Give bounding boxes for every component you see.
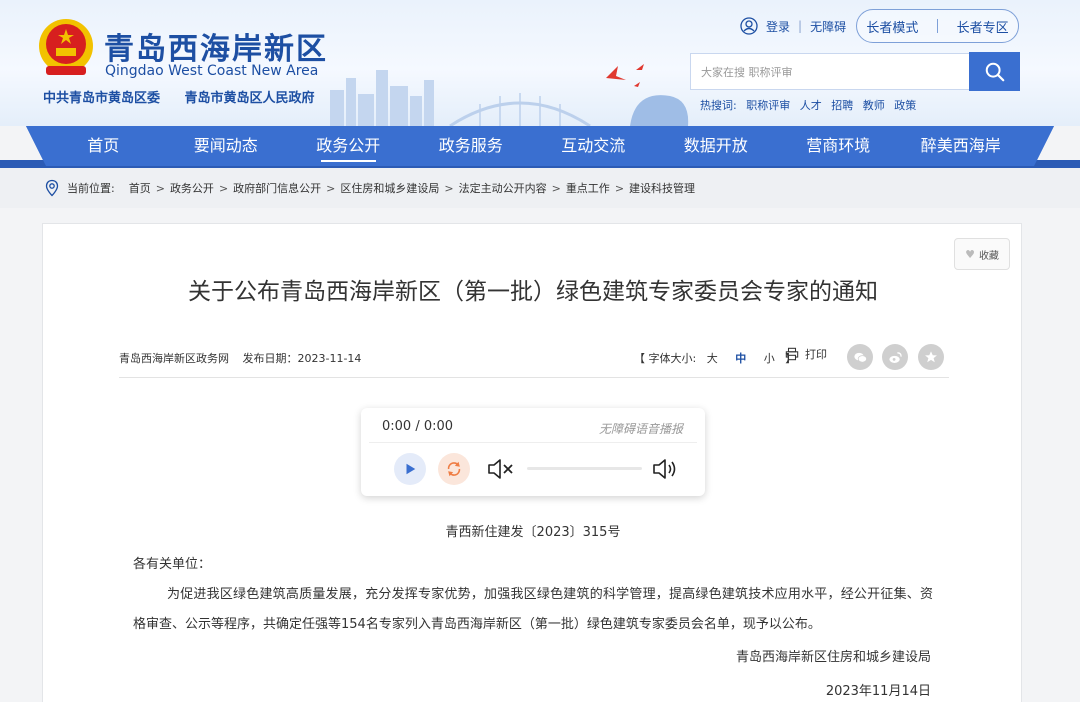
player-time: 0:00 / 0:00	[382, 419, 454, 434]
org-government-link[interactable]: 青岛市黄岛区人民政府	[185, 91, 315, 106]
chevron-right-icon: >	[326, 181, 336, 195]
article-source: 青岛西海岸新区政务网	[119, 352, 229, 365]
breadcrumb-item[interactable]: 政府部门信息公开	[233, 180, 321, 196]
nav-item-open-data[interactable]: 数据开放	[655, 126, 778, 166]
loop-icon	[447, 461, 461, 477]
nav-item-business[interactable]: 营商环境	[777, 126, 900, 166]
article-meta: 青岛西海岸新区政务网 发布日期：2023-11-14 【 字体大小: 大 中 小…	[119, 340, 949, 378]
nav-item-news[interactable]: 要闻动态	[165, 126, 288, 166]
weibo-icon	[888, 351, 902, 363]
loop-button[interactable]	[438, 453, 470, 485]
volume-icon	[653, 459, 676, 479]
print-label: 打印	[805, 348, 827, 361]
search-icon	[985, 62, 1004, 81]
player-tts-label: 无障碍语音播报	[598, 422, 683, 436]
collect-button[interactable]: ♥ 收藏	[954, 238, 1010, 270]
breadcrumb-label: 当前位置:	[67, 182, 115, 195]
article-greeting: 各有关单位：	[133, 557, 212, 572]
breadcrumb-item[interactable]: 首页	[129, 180, 151, 196]
article-card: ♥ 收藏 关于公布青岛西海岸新区（第一批）绿色建筑专家委员会专家的通知 青岛西海…	[42, 223, 1022, 702]
hot-search: 热搜词: 职称评审 人才 招聘 教师 政策	[700, 97, 922, 113]
elder-zone-link[interactable]: 长者专区	[957, 17, 1009, 36]
mute-icon	[488, 459, 513, 479]
font-small-button[interactable]: 小	[764, 352, 775, 365]
hot-word[interactable]: 教师	[863, 99, 885, 112]
breadcrumb-item[interactable]: 政务公开	[170, 180, 214, 196]
article-title: 关于公布青岛西海岸新区（第一批）绿色建筑专家委员会专家的通知	[188, 279, 878, 305]
breadcrumb-item[interactable]: 建设科技管理	[629, 180, 695, 196]
org-line: 中共青岛市黄岛区委 青岛市黄岛区人民政府	[43, 87, 315, 106]
share-weibo-button[interactable]	[882, 344, 908, 370]
hot-word[interactable]: 政策	[894, 99, 916, 112]
hot-word[interactable]: 招聘	[831, 99, 853, 112]
font-size-label: 【 字体大小:	[634, 352, 697, 365]
article-paragraph: 为促进我区绿色建筑高质量发展，充分发挥专家优势，加强我区绿色建筑的科学管理，提高…	[133, 587, 933, 632]
nav-item-scenery[interactable]: 醉美西海岸	[900, 126, 1023, 166]
search-button[interactable]	[969, 52, 1020, 91]
site-title: 青岛西海岸新区	[104, 32, 328, 67]
article-signer: 青岛西海岸新区住房和城乡建设局	[735, 650, 931, 665]
volume-slider[interactable]	[527, 467, 642, 470]
search-input[interactable]: 大家在搜 职称评审	[690, 53, 970, 90]
top-links: 登录 | 无障碍	[740, 16, 846, 36]
breadcrumb: 当前位置: 首页 > 政务公开 > 政府部门信息公开 > 区住房和城乡建设局 >…	[0, 168, 1080, 208]
site-subtitle: Qingdao West Coast New Area	[105, 63, 319, 79]
document-number: 青西新住建发〔2023〕315号	[445, 525, 621, 540]
collect-label: 收藏	[978, 250, 999, 262]
article-sign-date: 2023年11月14日	[825, 684, 931, 699]
wechat-icon	[853, 352, 867, 363]
divider	[369, 442, 697, 443]
elder-pill: 长者模式 长者专区	[856, 9, 1019, 43]
share-favorite-button[interactable]	[918, 344, 944, 370]
play-icon	[406, 463, 416, 475]
divider	[937, 19, 938, 33]
nav-item-gov-service[interactable]: 政务服务	[410, 126, 533, 166]
volume-button[interactable]	[652, 458, 680, 484]
main-nav: 首页 要闻动态 政务公开 政务服务 互动交流 数据开放 营商环境 醉美西海岸	[0, 126, 1080, 168]
elder-mode-link[interactable]: 长者模式	[866, 17, 918, 36]
hot-word[interactable]: 职称评审	[746, 99, 790, 112]
font-size-control: 【 字体大小: 大 中 小 】	[634, 350, 796, 366]
share-wechat-button[interactable]	[847, 344, 873, 370]
breadcrumb-item[interactable]: 重点工作	[566, 180, 610, 196]
national-emblem-icon	[39, 19, 93, 75]
font-medium-button[interactable]: 中	[735, 352, 746, 365]
printer-icon	[785, 347, 799, 361]
location-pin-icon	[45, 179, 59, 197]
publish-date: 发布日期：2023-11-14	[242, 352, 362, 365]
breadcrumb-item[interactable]: 法定主动公开内容	[459, 180, 547, 196]
nav-item-interaction[interactable]: 互动交流	[532, 126, 655, 166]
login-link[interactable]: 登录	[766, 18, 790, 35]
breadcrumb-item[interactable]: 区住房和城乡建设局	[340, 180, 439, 196]
site-header: 青岛西海岸新区 Qingdao West Coast New Area 中共青岛…	[0, 0, 1080, 126]
heart-icon: ♥	[965, 247, 975, 261]
chevron-right-icon: >	[444, 181, 454, 195]
font-large-button[interactable]: 大	[707, 352, 718, 365]
play-button[interactable]	[394, 453, 426, 485]
nav-item-home[interactable]: 首页	[42, 126, 165, 166]
accessibility-link[interactable]: 无障碍	[810, 18, 846, 35]
star-icon	[925, 351, 937, 363]
audio-player: 0:00 / 0:00 无障碍语音播报	[361, 408, 705, 496]
mute-button[interactable]	[487, 458, 515, 484]
user-icon	[740, 17, 758, 35]
nav-items: 首页 要闻动态 政务公开 政务服务 互动交流 数据开放 营商环境 醉美西海岸	[42, 126, 1022, 166]
chevron-right-icon: >	[551, 181, 561, 195]
org-party-link[interactable]: 中共青岛市黄岛区委	[43, 91, 160, 106]
chevron-right-icon: >	[614, 181, 625, 195]
divider: |	[798, 19, 803, 33]
birds-decoration	[606, 64, 644, 87]
hot-search-label: 热搜词:	[700, 99, 737, 112]
hot-word[interactable]: 人才	[800, 99, 822, 112]
article-source-line: 青岛西海岸新区政务网 发布日期：2023-11-14	[119, 350, 361, 366]
chevron-right-icon: >	[155, 181, 165, 195]
nav-item-gov-open[interactable]: 政务公开	[287, 126, 410, 166]
chevron-right-icon: >	[218, 181, 229, 195]
print-button[interactable]: 打印	[785, 346, 827, 362]
